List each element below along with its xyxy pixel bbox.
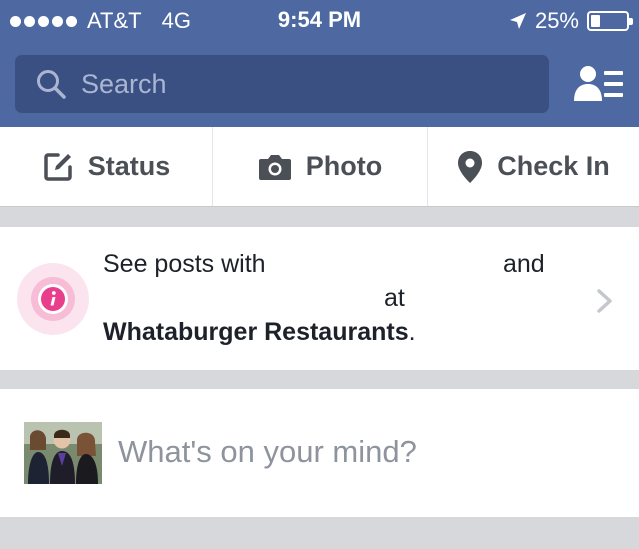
whats-on-your-mind-input[interactable]: What's on your mind? xyxy=(118,434,417,470)
search-bar[interactable] xyxy=(15,55,549,113)
avatar xyxy=(24,422,102,484)
search-icon xyxy=(37,70,66,99)
friend-requests-icon[interactable] xyxy=(573,65,625,103)
search-input[interactable] xyxy=(81,68,501,100)
status-button[interactable]: Status xyxy=(0,127,212,206)
camera-icon xyxy=(258,154,291,180)
composer-actions-bar: Status Photo Check In xyxy=(0,127,639,207)
status-bar-right: 25% xyxy=(509,8,633,34)
chevron-right-icon[interactable] xyxy=(596,288,614,314)
location-pin-icon xyxy=(458,150,483,183)
profile-photo-icon xyxy=(24,422,102,484)
suggestion-text: See posts with and at Whataburger Restau… xyxy=(103,247,563,349)
check-in-button[interactable]: Check In xyxy=(427,127,639,206)
suggestion-line2: at xyxy=(384,284,405,312)
check-in-button-label: Check In xyxy=(497,151,610,181)
photo-button-label: Photo xyxy=(305,151,383,181)
suggestion-line1-start: See posts with xyxy=(103,250,266,278)
battery-percent: 25% xyxy=(534,8,579,33)
location-arrow-icon xyxy=(509,13,526,29)
status-button-label: Status xyxy=(87,151,171,181)
compose-icon xyxy=(43,152,72,181)
app-header: AT&T 4G 9:54 PM 25% xyxy=(0,0,639,127)
suggestion-line1-end: and xyxy=(503,250,545,278)
suggestion-period: . xyxy=(408,318,416,346)
venue-name: Whataburger Restaurants xyxy=(103,318,409,346)
check-in-suggestion-card[interactable]: See posts with and at Whataburger Restau… xyxy=(0,227,639,370)
photo-button[interactable]: Photo xyxy=(212,127,427,206)
status-bar: AT&T 4G 9:54 PM 25% xyxy=(0,0,639,40)
battery-icon xyxy=(587,11,633,31)
info-icon xyxy=(17,263,89,335)
